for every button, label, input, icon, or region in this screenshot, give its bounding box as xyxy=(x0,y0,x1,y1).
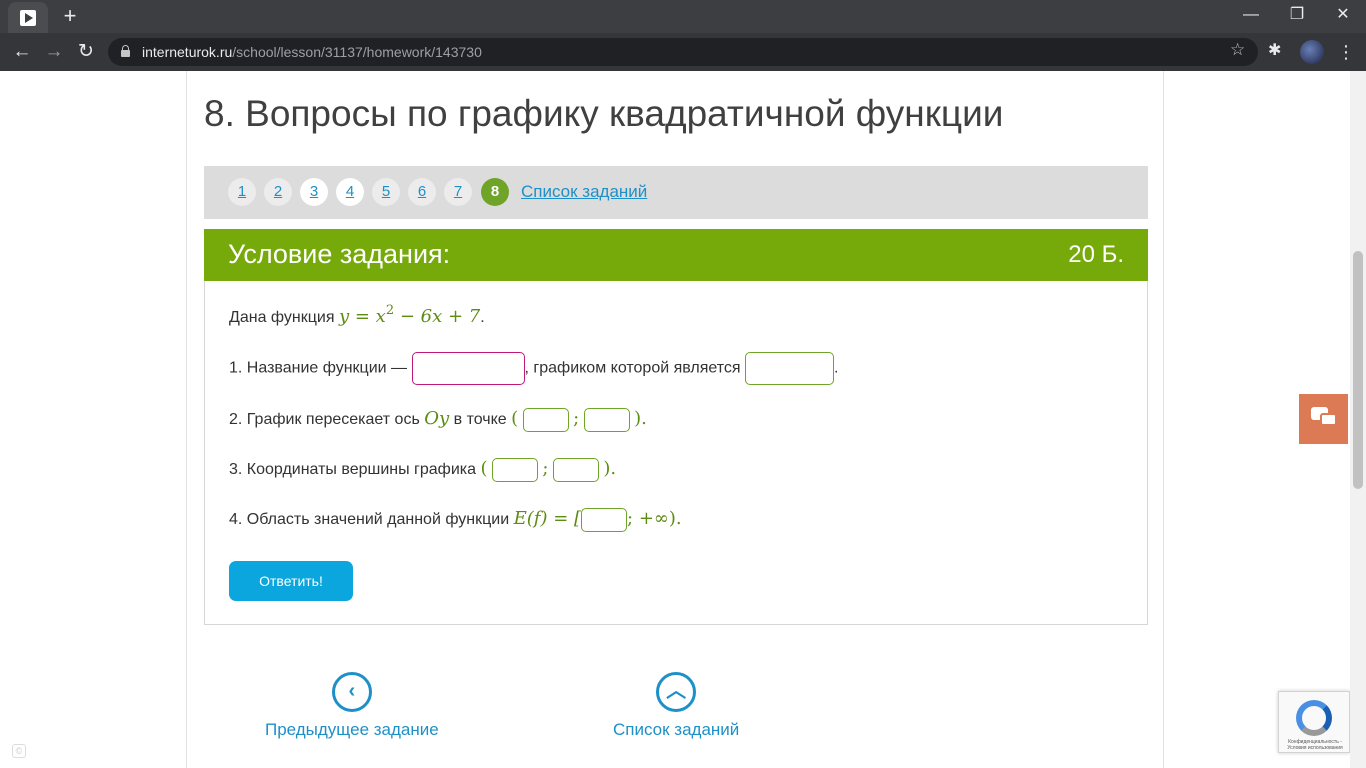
recaptcha-badge[interactable]: Конфиденциальность - Условия использован… xyxy=(1278,691,1350,753)
chat-widget-button[interactable] xyxy=(1299,394,1348,444)
task-list-nav-label[interactable]: Список заданий xyxy=(613,720,739,740)
q4-prefix: 4. Область значений данной функции xyxy=(229,511,510,529)
open-paren: ( xyxy=(480,458,488,480)
range-min-input[interactable] xyxy=(581,508,628,532)
restore-window-button[interactable]: ❐ xyxy=(1274,0,1320,33)
close-paren: ). xyxy=(603,458,617,480)
intersection-y-input[interactable] xyxy=(583,408,630,432)
previous-task-nav[interactable]: ‹ Предыдущее задание xyxy=(265,672,439,740)
intersection-x-input[interactable] xyxy=(522,408,569,432)
minimize-window-button[interactable]: — xyxy=(1228,0,1274,33)
chevron-up-icon[interactable]: ︿ xyxy=(656,672,697,712)
url-text[interactable]: interneturok.ru/school/lesson/31137/home… xyxy=(142,44,482,60)
vertex-x-input[interactable] xyxy=(491,458,538,482)
function-name-input[interactable] xyxy=(411,352,525,385)
q2-prefix: 2. График пересекает ось xyxy=(229,411,420,429)
function-formula: y = x2 − 6x + 7 xyxy=(338,303,481,327)
browser-toolbar: ← → ↻ interneturok.ru/school/lesson/3113… xyxy=(0,33,1366,71)
forward-arrow-icon[interactable]: → xyxy=(41,39,67,65)
profile-avatar[interactable] xyxy=(1300,40,1324,64)
semicolon: ; xyxy=(542,458,549,480)
formula-lhs: y = x xyxy=(338,306,386,327)
previous-task-label[interactable]: Предыдущее задание xyxy=(265,720,439,740)
task-header: Условие задания: 20 Б. xyxy=(204,229,1148,281)
bookmark-star-icon[interactable]: ☆ xyxy=(1230,40,1245,60)
range-expression: E(f) = [ xyxy=(513,508,582,530)
question-2: 2. График пересекает ось Oy в точке ( ; … xyxy=(229,408,647,432)
address-bar[interactable]: interneturok.ru/school/lesson/31137/home… xyxy=(108,38,1258,66)
intro-text: Дана функция xyxy=(229,309,335,326)
page-viewport: 8. Вопросы по графику квадратичной функц… xyxy=(0,71,1350,768)
recaptcha-logo-icon xyxy=(1296,700,1332,736)
question-1: 1. Название функции — , графиком которой… xyxy=(229,352,838,385)
task-pager: 1 2 3 4 5 6 7 8 Список заданий xyxy=(204,166,1148,219)
back-arrow-icon[interactable]: ← xyxy=(9,39,35,65)
new-tab-button[interactable]: + xyxy=(58,4,82,28)
url-path: /school/lesson/31137/homework/143730 xyxy=(232,44,482,60)
chevron-left-icon[interactable]: ‹ xyxy=(331,672,372,712)
q1-middle: , графиком которой является xyxy=(524,359,741,377)
pager-item-2[interactable]: 2 xyxy=(264,178,292,206)
browser-menu-icon[interactable]: ⋮ xyxy=(1337,40,1355,64)
extensions-puzzle-icon[interactable]: ✱ xyxy=(1268,40,1281,60)
url-host: interneturok.ru xyxy=(142,44,233,60)
pager-item-7[interactable]: 7 xyxy=(444,178,472,206)
function-statement: Дана функция y = x2 − 6x + 7. xyxy=(229,303,485,327)
browser-tab-bar: + — ❐ ✕ xyxy=(0,0,1366,33)
scrollbar-thumb[interactable] xyxy=(1353,251,1363,489)
formula-rhs: − 6x + 7 xyxy=(399,306,481,327)
chat-bubble-icon-2 xyxy=(1320,413,1337,426)
pager-item-6[interactable]: 6 xyxy=(408,178,436,206)
task-list-nav[interactable]: ︿ Список заданий xyxy=(613,672,739,740)
page-title: 8. Вопросы по графику квадратичной функц… xyxy=(204,93,1004,134)
task-points: 20 Б. xyxy=(1068,241,1124,268)
reload-icon[interactable]: ↻ xyxy=(73,39,99,65)
period: . xyxy=(834,359,839,377)
site-favicon-icon xyxy=(20,10,36,26)
formula-exponent: 2 xyxy=(385,303,395,318)
vertical-scrollbar[interactable] xyxy=(1350,71,1366,768)
graph-name-input[interactable] xyxy=(745,352,835,385)
close-window-button[interactable]: ✕ xyxy=(1320,0,1366,33)
pager-item-4[interactable]: 4 xyxy=(336,178,364,206)
period: . xyxy=(480,309,485,326)
content-column: 8. Вопросы по графику квадратичной функц… xyxy=(186,71,1164,768)
submit-answer-button[interactable]: Ответить! xyxy=(229,561,353,601)
semicolon: ; xyxy=(573,408,580,430)
corner-logo-icon: © xyxy=(12,744,26,758)
q3-prefix: 3. Координаты вершины графика xyxy=(229,461,477,479)
task-card: Условие задания: 20 Б. Дана функция y = … xyxy=(204,229,1148,625)
pager-item-3[interactable]: 3 xyxy=(300,178,328,206)
lock-icon[interactable] xyxy=(121,45,130,57)
task-list-link[interactable]: Список заданий xyxy=(521,182,647,202)
pager-item-5[interactable]: 5 xyxy=(372,178,400,206)
browser-tab[interactable] xyxy=(8,2,48,33)
close-paren: ). xyxy=(634,408,647,430)
question-4: 4. Область значений данной функции E(f) … xyxy=(229,508,682,532)
pager-item-8-active[interactable]: 8 xyxy=(481,178,509,206)
task-header-title: Условие задания: xyxy=(228,239,451,269)
range-tail: ; +∞). xyxy=(627,508,682,530)
recaptcha-text[interactable]: Конфиденциальность - Условия использован… xyxy=(1281,739,1349,751)
q1-prefix: 1. Название функции — xyxy=(229,359,408,377)
oy-axis-label: Oy xyxy=(424,408,450,430)
pager-item-1[interactable]: 1 xyxy=(228,178,256,206)
vertex-y-input[interactable] xyxy=(552,458,599,482)
question-3: 3. Координаты вершины графика ( ; ). xyxy=(229,458,616,482)
q2-middle: в точке xyxy=(453,411,507,429)
open-paren: ( xyxy=(511,408,519,430)
